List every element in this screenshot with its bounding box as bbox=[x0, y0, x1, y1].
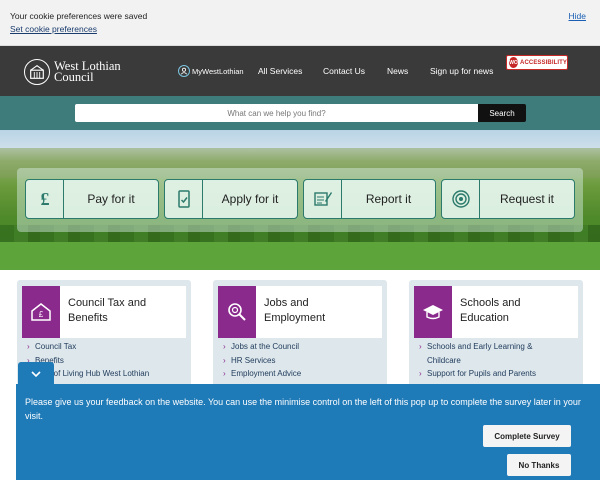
target-icon bbox=[442, 180, 480, 218]
council-logo[interactable]: West Lothian Council bbox=[24, 58, 134, 86]
action-apply-for-it[interactable]: Apply for it bbox=[164, 179, 298, 219]
card-title-line-1: Schools and bbox=[460, 297, 521, 309]
clipboard-pen-icon bbox=[304, 180, 342, 218]
no-thanks-button[interactable]: No Thanks bbox=[507, 454, 571, 476]
card-title-line-1: Jobs and bbox=[264, 297, 309, 309]
card-header[interactable]: Schools and Education bbox=[414, 286, 578, 338]
action-pay-for-it[interactable]: £ Pay for it bbox=[25, 179, 159, 219]
link-text: Support for Pupils and Parents bbox=[427, 369, 536, 378]
card-title-line-2: Benefits bbox=[68, 312, 108, 324]
link-text: Schools and Early Learning & bbox=[427, 342, 533, 351]
search-input[interactable] bbox=[75, 104, 478, 122]
survey-popup: Please give us your feedback on the webs… bbox=[16, 384, 600, 480]
card-link-jobs-at-council[interactable]: › Jobs at the Council bbox=[223, 340, 383, 354]
card-title-line-1: Council Tax and bbox=[68, 297, 147, 309]
hero-field bbox=[0, 242, 600, 270]
svg-text:£: £ bbox=[39, 310, 44, 319]
logo-line-2: Council bbox=[54, 70, 94, 84]
card-title: Jobs and Employment bbox=[264, 296, 325, 338]
card-jobs: Jobs and Employment › Jobs at the Council… bbox=[213, 280, 387, 400]
action-request-it[interactable]: Request it bbox=[441, 179, 575, 219]
user-pin-icon bbox=[178, 65, 190, 77]
accessibility-label: ACCESSIBILITY bbox=[520, 59, 567, 66]
chevron-right-icon: › bbox=[223, 342, 226, 351]
pound-icon: £ bbox=[26, 180, 64, 218]
link-text: Jobs at the Council bbox=[231, 342, 300, 351]
action-label: Request it bbox=[499, 192, 555, 206]
logo-text: West Lothian Council bbox=[54, 60, 121, 84]
svg-text:£: £ bbox=[40, 189, 49, 209]
card-title: Council Tax and Benefits bbox=[68, 296, 146, 338]
action-report-it[interactable]: Report it bbox=[303, 179, 436, 219]
card-link-council-tax[interactable]: › Council Tax bbox=[27, 340, 187, 354]
card-link-hr-services[interactable]: › HR Services bbox=[223, 354, 383, 368]
link-text: Childcare bbox=[427, 355, 461, 365]
chevron-down-icon bbox=[31, 371, 41, 378]
card-link-childcare[interactable]: Childcare bbox=[419, 354, 579, 368]
chevron-right-icon: › bbox=[223, 355, 226, 365]
chevron-right-icon: › bbox=[419, 369, 422, 378]
card-link-employment-advice[interactable]: › Employment Advice bbox=[223, 367, 383, 381]
accessibility-button[interactable]: WO ACCESSIBILITY bbox=[506, 55, 568, 70]
cookie-message: Your cookie preferences were saved bbox=[10, 11, 148, 21]
house-pound-icon: £ bbox=[22, 286, 60, 338]
card-title: Schools and Education bbox=[460, 296, 521, 338]
cookie-hide-link[interactable]: Hide bbox=[569, 11, 586, 21]
card-header[interactable]: £ Council Tax and Benefits bbox=[22, 286, 186, 338]
nav-contact-us[interactable]: Contact Us bbox=[323, 46, 365, 96]
link-text: HR Services bbox=[231, 355, 276, 365]
nav-news[interactable]: News bbox=[387, 46, 408, 96]
accessibility-icon: WO bbox=[509, 57, 519, 68]
card-schools: Schools and Education › Schools and Early… bbox=[409, 280, 583, 400]
action-label: Pay for it bbox=[87, 192, 135, 206]
link-text: Council Tax bbox=[35, 342, 77, 351]
site-header: West Lothian Council MyWestLothian All S… bbox=[0, 46, 600, 96]
card-link-schools-early-learning[interactable]: › Schools and Early Learning & bbox=[419, 340, 579, 354]
link-text: Employment Advice bbox=[231, 369, 302, 378]
nav-my-westlothian[interactable]: MyWestLothian bbox=[178, 46, 244, 96]
card-link-support-pupils[interactable]: › Support for Pupils and Parents bbox=[419, 367, 579, 381]
action-label: Apply for it bbox=[221, 192, 279, 206]
magnifier-icon bbox=[218, 286, 256, 338]
nav-all-services[interactable]: All Services bbox=[258, 46, 302, 96]
chevron-right-icon: › bbox=[223, 369, 226, 378]
cookie-settings-link[interactable]: Set cookie preferences bbox=[10, 24, 97, 34]
action-label: Report it bbox=[365, 192, 412, 206]
card-title-line-2: Employment bbox=[264, 312, 326, 324]
survey-minimise-button[interactable] bbox=[18, 362, 54, 386]
card-links: › Jobs at the Council › HR Services › Emplo… bbox=[223, 340, 383, 381]
graduation-cap-icon bbox=[414, 286, 452, 338]
link-indent bbox=[419, 354, 427, 368]
nav-my-westlothian-label: MyWestLothian bbox=[192, 66, 244, 76]
chevron-right-icon: › bbox=[419, 342, 422, 351]
chevron-right-icon: › bbox=[27, 342, 30, 351]
card-title-line-2: Education bbox=[460, 312, 509, 324]
survey-text: Please give us your feedback on the webs… bbox=[25, 397, 581, 421]
nav-sign-up-news[interactable]: Sign up for news bbox=[430, 46, 493, 96]
cookie-banner: Your cookie preferences were saved Set c… bbox=[0, 0, 600, 46]
card-header[interactable]: Jobs and Employment bbox=[218, 286, 382, 338]
search-button[interactable]: Search bbox=[478, 104, 526, 122]
complete-survey-button[interactable]: Complete Survey bbox=[483, 425, 571, 447]
document-check-icon bbox=[165, 180, 203, 218]
crest-icon bbox=[24, 59, 50, 85]
